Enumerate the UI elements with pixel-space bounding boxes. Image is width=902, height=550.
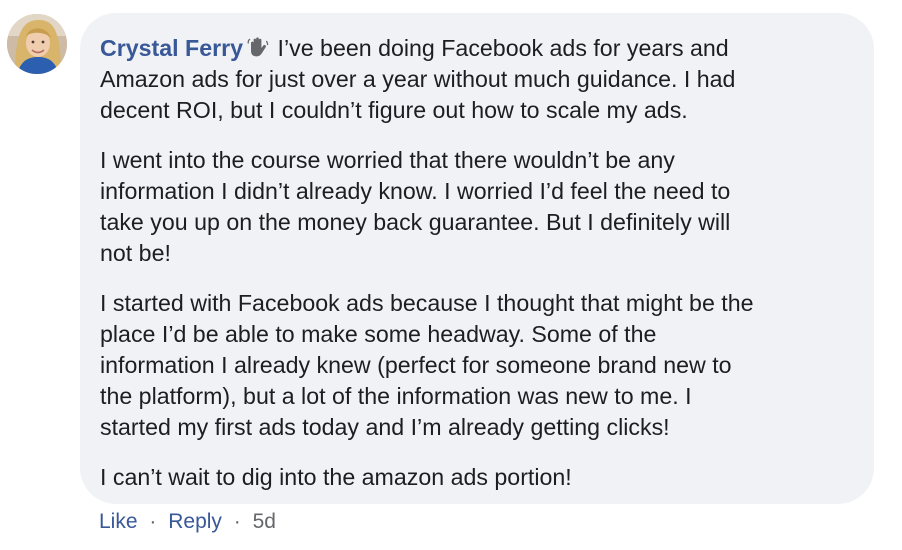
comment-line: take you up on the money back guarantee.…: [100, 209, 731, 235]
author-name-link[interactable]: Crystal Ferry: [100, 35, 243, 61]
comment-line: decent ROI, but I couldn’t figure out ho…: [100, 97, 688, 123]
avatar[interactable]: [7, 14, 67, 74]
comment-line: I started with Facebook ads because I th…: [100, 290, 754, 316]
comment-line: information I already knew (perfect for …: [100, 352, 732, 378]
separator-dot: ·: [149, 510, 157, 533]
comment-line: Amazon ads for just over a year without …: [100, 66, 736, 92]
comment-bubble: Crystal Ferry I’ve been doing Facebook a…: [80, 13, 874, 504]
like-button[interactable]: Like: [99, 510, 138, 533]
comment-line: information I didn’t already know. I wor…: [100, 178, 731, 204]
reply-button[interactable]: Reply: [168, 510, 222, 533]
comment-line: I can’t wait to dig into the amazon ads …: [100, 464, 572, 490]
comment-line: not be!: [100, 240, 171, 266]
comment-text: I’ve been doing Facebook ads for years a…: [277, 35, 729, 61]
waving-hand-badge-icon[interactable]: [246, 35, 270, 59]
comment-actions: Like · Reply · 5d: [99, 508, 276, 536]
comment-line: the platform), but a lot of the informat…: [100, 383, 692, 409]
comment-line: Crystal Ferry I’ve been doing Facebook a…: [100, 33, 852, 64]
timestamp[interactable]: 5d: [253, 510, 276, 533]
comment-line: place I’d be able to make some headway. …: [100, 321, 657, 347]
separator-dot: ·: [233, 510, 241, 533]
profile-photo: [7, 14, 67, 74]
comment-line: I went into the course worried that ther…: [100, 147, 675, 173]
comment-line: started my first ads today and I’m alrea…: [100, 414, 670, 440]
